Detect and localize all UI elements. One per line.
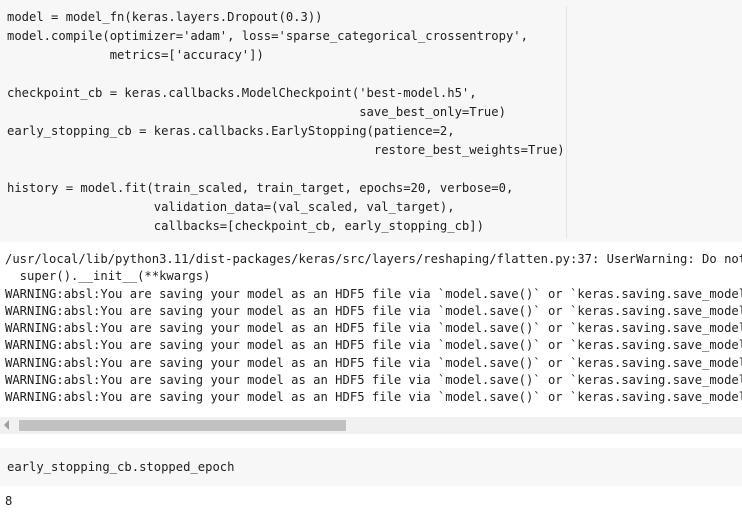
- code-line: model.compile(optimizer='adam', loss='sp…: [7, 29, 528, 43]
- editor-ruler: [566, 6, 567, 238]
- code-editor-2[interactable]: early_stopping_cb.stopped_epoch: [7, 458, 234, 477]
- code-line: callbacks=[checkpoint_cb, early_stopping…: [7, 219, 484, 233]
- cell-result: 8: [5, 494, 13, 508]
- code-editor[interactable]: model = model_fn(keras.layers.Dropout(0.…: [7, 8, 565, 236]
- horizontal-scrollbar[interactable]: [0, 417, 742, 434]
- output-line: WARNING:absl:You are saving your model a…: [5, 303, 742, 318]
- output-line: WARNING:absl:You are saving your model a…: [5, 355, 742, 370]
- output-line: WARNING:absl:You are saving your model a…: [5, 390, 742, 405]
- cell-output: /usr/local/lib/python3.11/dist-packages/…: [0, 251, 742, 413]
- output-line: WARNING:absl:You are saving your model a…: [5, 338, 742, 353]
- output-line: super().__init__(**kwargs): [5, 269, 211, 284]
- code-line: checkpoint_cb = keras.callbacks.ModelChe…: [7, 86, 477, 100]
- output-line: WARNING:absl:You are saving your model a…: [5, 321, 742, 336]
- scroll-left-arrow-icon[interactable]: [4, 420, 9, 430]
- code-line: restore_best_weights=True): [7, 143, 565, 157]
- code-line: history = model.fit(train_scaled, train_…: [7, 181, 514, 195]
- scrollbar-thumb[interactable]: [19, 420, 346, 431]
- code-line: early_stopping_cb.stopped_epoch: [7, 460, 235, 474]
- code-line: early_stopping_cb = keras.callbacks.Earl…: [7, 124, 455, 138]
- code-cell-2[interactable]: early_stopping_cb.stopped_epoch: [0, 448, 742, 486]
- code-cell[interactable]: model = model_fn(keras.layers.Dropout(0.…: [0, 0, 742, 242]
- code-line: save_best_only=True): [7, 105, 506, 119]
- output-text: /usr/local/lib/python3.11/dist-packages/…: [5, 251, 742, 407]
- output-line: WARNING:absl:You are saving your model a…: [5, 286, 742, 301]
- output-line: WARNING:absl:You are saving your model a…: [5, 373, 742, 388]
- code-line: validation_data=(val_scaled, val_target)…: [7, 200, 455, 214]
- output-line: /usr/local/lib/python3.11/dist-packages/…: [5, 252, 742, 266]
- code-line: metrics=['accuracy']): [7, 48, 264, 62]
- code-line: model = model_fn(keras.layers.Dropout(0.…: [7, 10, 323, 24]
